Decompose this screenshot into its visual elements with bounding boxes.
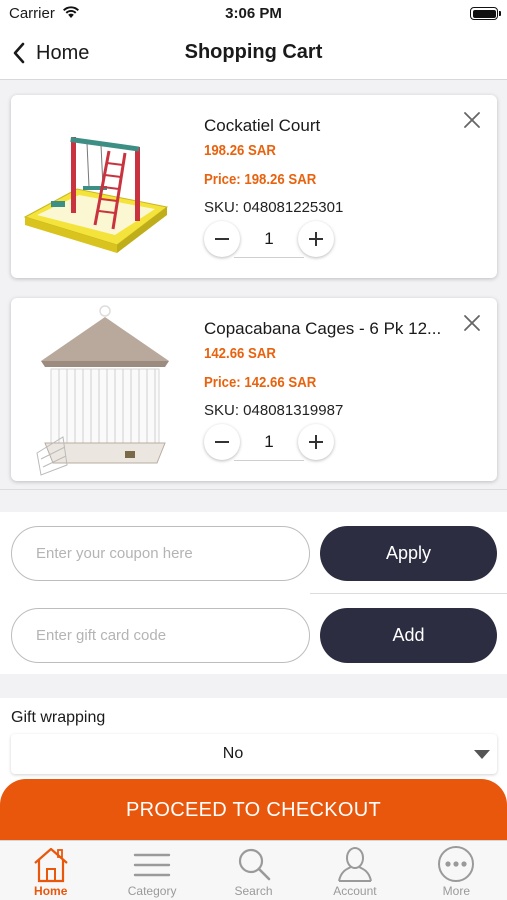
close-icon[interactable] bbox=[461, 312, 483, 334]
shopping-cart-screen: Carrier 3:06 PM Home Shopping Cart Cocka… bbox=[0, 0, 507, 900]
menu-icon bbox=[133, 853, 171, 877]
tab-more[interactable]: More bbox=[406, 841, 507, 900]
status-time: 3:06 PM bbox=[225, 5, 282, 22]
proceed-to-checkout-button[interactable]: PROCEED TO CHECKOUT bbox=[0, 779, 507, 841]
account-icon bbox=[337, 847, 372, 882]
tab-bar: Home Category Search Account More bbox=[0, 840, 507, 900]
tab-label: More bbox=[442, 884, 470, 898]
add-gift-card-button[interactable]: Add bbox=[320, 608, 497, 663]
product-price: 198.26 SAR bbox=[204, 142, 276, 159]
navigation-bar: Home Shopping Cart bbox=[0, 30, 507, 80]
gift-wrapping-value: No bbox=[222, 745, 244, 762]
increase-quantity-button[interactable] bbox=[298, 221, 334, 257]
divider bbox=[0, 489, 507, 490]
quantity-stepper: 1 bbox=[204, 221, 334, 258]
page-title: Shopping Cart bbox=[184, 41, 323, 63]
tab-label: Category bbox=[127, 884, 177, 898]
home-icon bbox=[33, 847, 68, 883]
quantity-underline bbox=[234, 257, 304, 258]
minus-icon bbox=[215, 238, 229, 240]
product-unit-price: Price: 142.66 SAR bbox=[204, 374, 317, 391]
gift-wrapping-select[interactable]: No bbox=[11, 734, 497, 774]
hexagonal-bird-cage-image bbox=[36, 305, 169, 476]
decrease-quantity-button[interactable] bbox=[204, 221, 240, 257]
status-bar: Carrier 3:06 PM bbox=[0, 0, 507, 30]
search-icon bbox=[238, 848, 270, 881]
divider bbox=[310, 593, 507, 594]
product-name[interactable]: Cockatiel Court bbox=[204, 116, 449, 136]
quantity-underline bbox=[234, 460, 304, 461]
tab-label: Account bbox=[333, 884, 377, 898]
battery-icon bbox=[470, 7, 501, 20]
product-sku: SKU: 048081225301 bbox=[204, 199, 344, 216]
tab-label: Home bbox=[34, 884, 68, 898]
bird-play-stand-image bbox=[23, 137, 169, 253]
tab-label: Search bbox=[234, 884, 273, 898]
apply-coupon-button[interactable]: Apply bbox=[320, 526, 497, 581]
gift-wrapping-label: Gift wrapping bbox=[11, 709, 106, 726]
product-sku: SKU: 048081319987 bbox=[204, 402, 344, 419]
tab-account[interactable]: Account bbox=[304, 841, 405, 900]
product-price: 142.66 SAR bbox=[204, 345, 276, 362]
tab-search[interactable]: Search bbox=[203, 841, 304, 900]
more-icon bbox=[438, 846, 475, 882]
discount-codes-panel: Apply Add bbox=[0, 512, 507, 674]
quantity-stepper: 1 bbox=[204, 424, 334, 461]
close-icon[interactable] bbox=[461, 109, 483, 131]
minus-icon bbox=[215, 441, 229, 443]
product-name[interactable]: Copacabana Cages - 6 Pk 12... bbox=[204, 319, 449, 339]
coupon-input[interactable] bbox=[11, 526, 310, 581]
cart-item: Cockatiel Court 198.26 SAR Price: 198.26… bbox=[11, 95, 497, 278]
plus-icon bbox=[309, 435, 323, 449]
dropdown-arrow-icon bbox=[474, 750, 490, 759]
product-unit-price: Price: 198.26 SAR bbox=[204, 171, 317, 188]
tab-home[interactable]: Home bbox=[0, 841, 101, 900]
gift-card-input[interactable] bbox=[11, 608, 310, 663]
quantity-value: 1 bbox=[264, 432, 274, 451]
tab-category[interactable]: Category bbox=[101, 841, 202, 900]
plus-icon bbox=[309, 232, 323, 246]
increase-quantity-button[interactable] bbox=[298, 424, 334, 460]
quantity-value: 1 bbox=[264, 229, 274, 248]
decrease-quantity-button[interactable] bbox=[204, 424, 240, 460]
cart-item: Copacabana Cages - 6 Pk 12... 142.66 SAR… bbox=[11, 298, 497, 481]
